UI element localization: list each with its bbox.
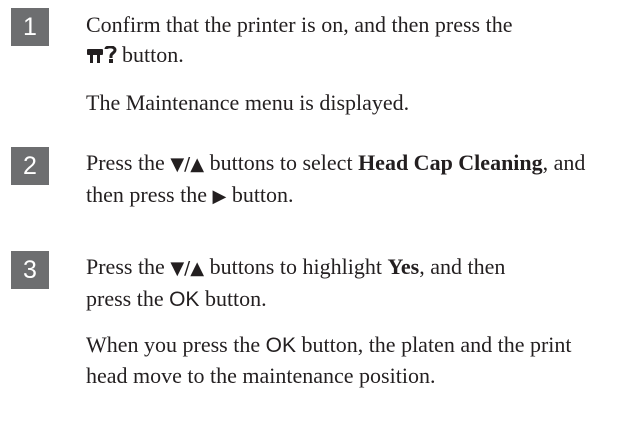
step-3-text: press the (86, 286, 164, 311)
menu-item-head-cap-cleaning: Head Cap Cleaning (358, 150, 543, 175)
step-2-text: buttons to select (209, 150, 353, 175)
step-number-badge: 1 (11, 8, 49, 46)
step-1-instruction: Confirm that the printer is on, and then… (86, 10, 616, 72)
step-1-button-text: button. (122, 42, 184, 67)
down-up-arrows: ▼/▲ (170, 258, 205, 279)
step-3-text: buttons to highlight (209, 254, 382, 279)
step-number-badge: 3 (11, 251, 49, 289)
step-2-text: button. (231, 182, 294, 207)
step-2-text: Press the (86, 150, 165, 175)
step-3-result: When you press the OK button, the platen… (86, 330, 616, 391)
step-3-result-text: When you press the (86, 332, 261, 357)
step-3-text: , and then (419, 254, 506, 279)
step-2-instruction: Press the ▼/▲ buttons to select Head Cap… (86, 148, 616, 212)
step-3-instruction: Press the ▼/▲ buttons to highlight Yes, … (86, 252, 616, 315)
right-arrow-icon: ▶ (212, 186, 227, 207)
ok-button-label: OK (265, 334, 296, 357)
step-3-text: Press the (86, 254, 165, 279)
step-3-text: button. (204, 286, 267, 311)
step-1-text: Confirm that the printer is on, and then… (86, 12, 513, 37)
step-number-badge: 2 (11, 147, 49, 185)
option-yes: Yes (387, 254, 420, 279)
maintenance-icon (86, 42, 118, 72)
step-1-result: The Maintenance menu is displayed. (86, 90, 410, 115)
ok-button-label: OK (169, 288, 200, 311)
down-up-arrows: ▼/▲ (170, 154, 205, 175)
